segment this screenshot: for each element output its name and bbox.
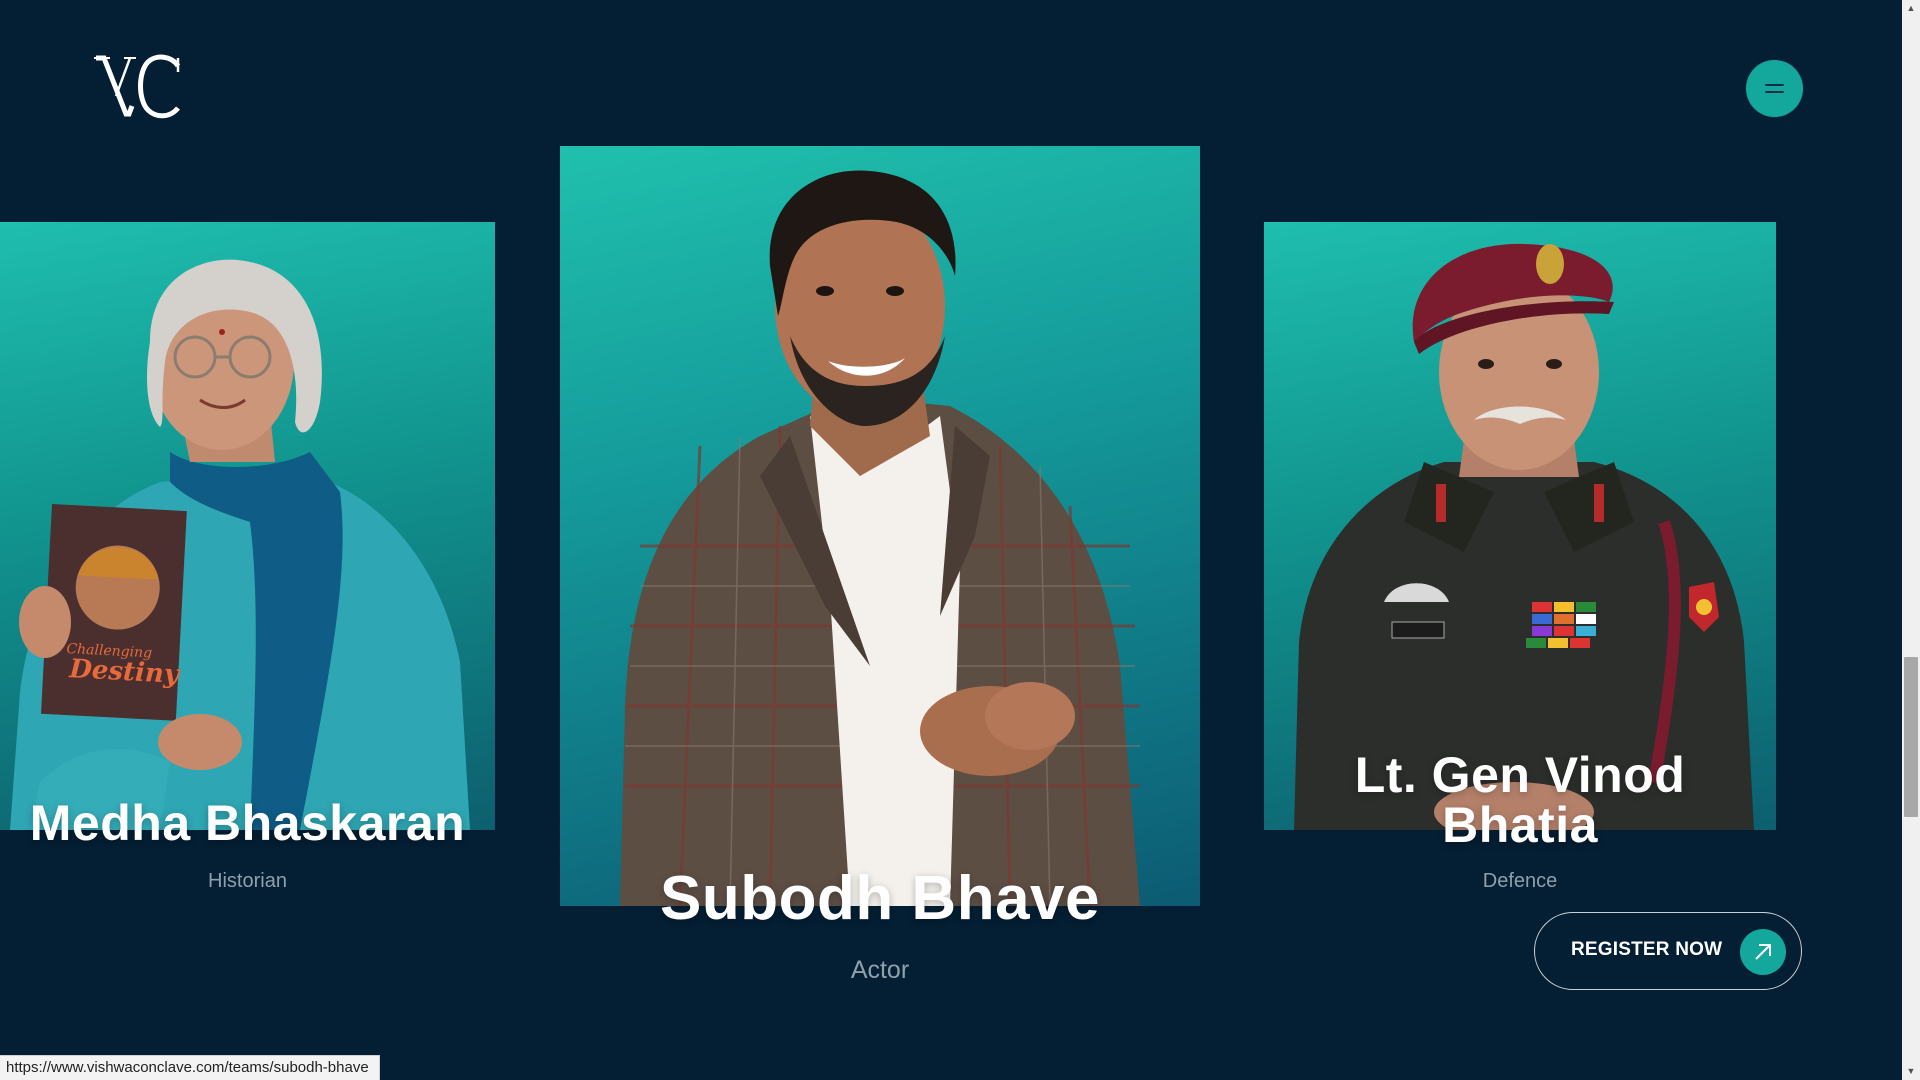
speaker-photo: [1264, 222, 1776, 830]
arrow-up-right-icon: [1740, 929, 1786, 975]
speaker-name: Subodh Bhave: [659, 864, 1101, 933]
speaker-card-medha-bhaskaran[interactable]: Challenging Destiny Medha Bhaskaran Hist…: [0, 222, 495, 902]
scroll-up-arrow-icon[interactable]: ▲: [1902, 0, 1920, 17]
speaker-role: Actor: [850, 956, 910, 984]
speaker-photo: Challenging Destiny: [0, 222, 495, 830]
speaker-portrait: Challenging Destiny: [10, 259, 470, 830]
register-now-label: REGISTER NOW: [1571, 939, 1723, 960]
page: VC: [0, 0, 1920, 1080]
speaker-name: Medha Bhaskaran: [29, 795, 466, 851]
register-now-button[interactable]: REGISTER NOW: [1534, 912, 1802, 990]
speaker-name: Lt. Gen Vinod Bhatia: [1354, 747, 1686, 853]
status-bar-url: https://www.vishwaconclave.com/teams/sub…: [0, 1055, 380, 1080]
speaker-card-vinod-bhatia[interactable]: Lt. Gen Vinod Bhatia Defence: [1264, 222, 1776, 902]
speaker-portrait: [1294, 243, 1754, 830]
vertical-scrollbar[interactable]: ▲ ▼: [1902, 0, 1920, 1080]
speaker-photo: [560, 146, 1200, 906]
speaker-portrait: [620, 170, 1140, 906]
speaker-role: Defence: [1482, 870, 1558, 892]
speaker-role: Historian: [208, 870, 287, 892]
svg-text:Destiny: Destiny: [68, 654, 182, 690]
vc-logo[interactable]: VC: [94, 52, 184, 124]
speaker-card-subodh-bhave[interactable]: Subodh Bhave Actor: [560, 146, 1200, 986]
scroll-down-arrow-icon[interactable]: ▼: [1902, 1063, 1920, 1080]
scrollbar-thumb[interactable]: [1904, 657, 1918, 817]
menu-button[interactable]: [1746, 60, 1803, 117]
vc-logo-mark: [94, 54, 181, 119]
